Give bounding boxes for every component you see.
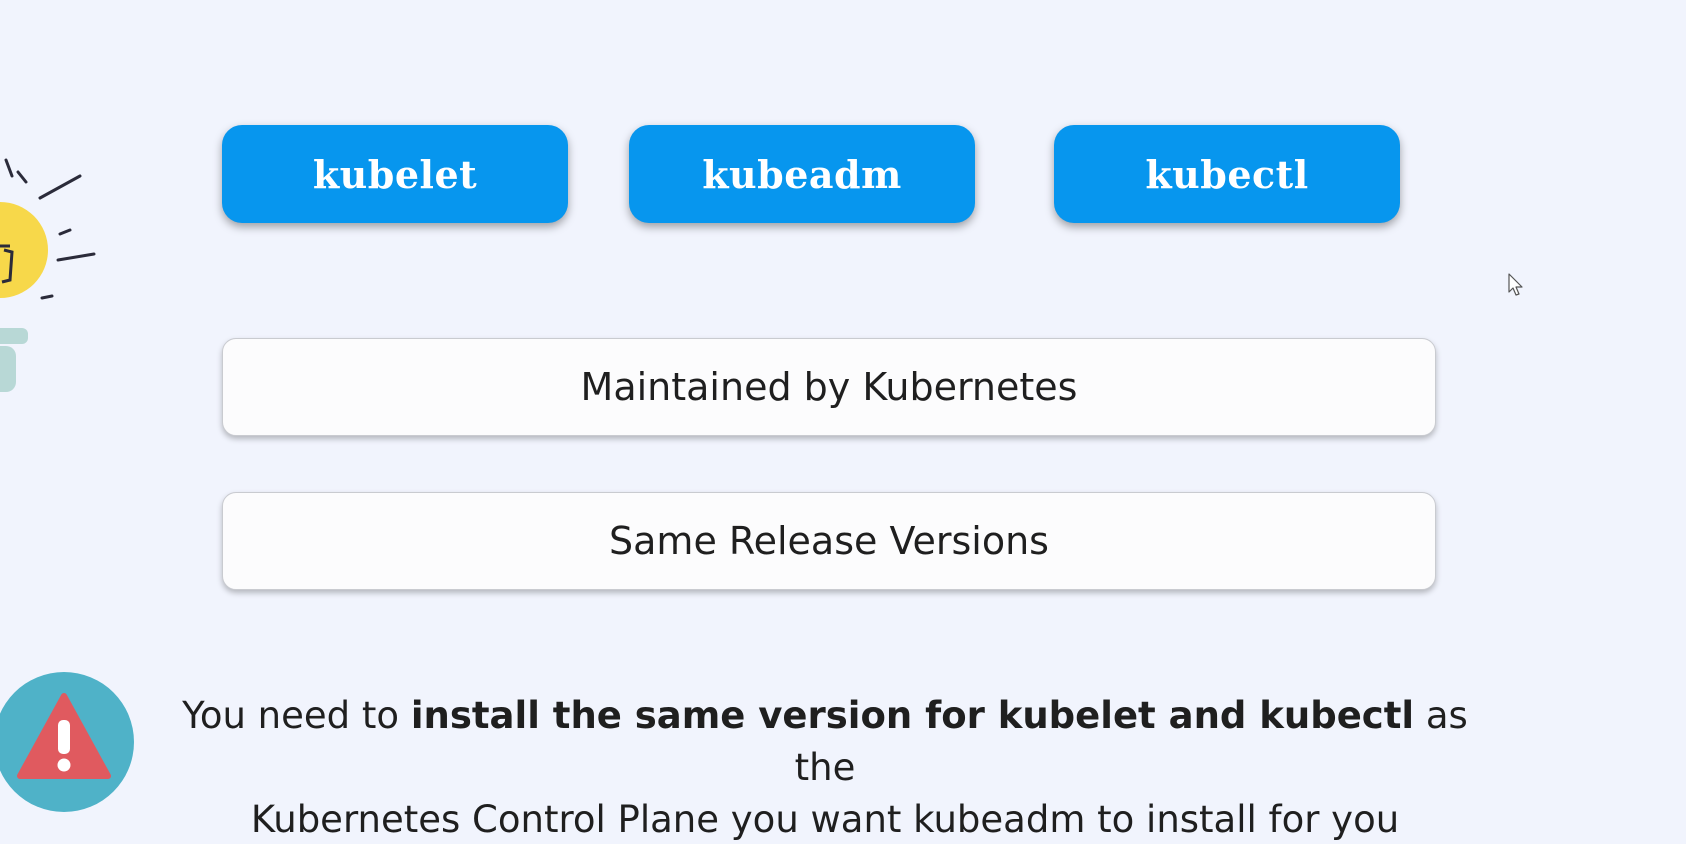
kubectl-pill: kubectl bbox=[1054, 125, 1400, 223]
note-bold: install the same version for kubelet and… bbox=[410, 694, 1415, 737]
maintained-by-kubernetes-box: Maintained by Kubernetes bbox=[222, 338, 1436, 436]
kubeadm-pill: kubeadm bbox=[629, 125, 975, 223]
note-prefix: You need to bbox=[182, 694, 411, 737]
slide: kubelet kubeadm kubectl Maintained by Ku… bbox=[0, 0, 1686, 844]
warning-icon bbox=[0, 672, 134, 812]
note-line-2: Kubernetes Control Plane you want kubead… bbox=[250, 798, 1400, 841]
versions-label: Same Release Versions bbox=[609, 519, 1049, 563]
version-note: You need to install the same version for… bbox=[150, 690, 1500, 844]
kubeadm-label: kubeadm bbox=[702, 151, 902, 197]
kubelet-pill: kubelet bbox=[222, 125, 568, 223]
same-release-versions-box: Same Release Versions bbox=[222, 492, 1436, 590]
mouse-cursor-icon bbox=[1508, 273, 1523, 296]
note-line-1: You need to install the same version for… bbox=[150, 690, 1500, 794]
maintained-label: Maintained by Kubernetes bbox=[580, 365, 1078, 409]
lightbulb-icon bbox=[0, 158, 96, 392]
kubelet-label: kubelet bbox=[312, 151, 478, 197]
kubectl-label: kubectl bbox=[1145, 151, 1309, 197]
